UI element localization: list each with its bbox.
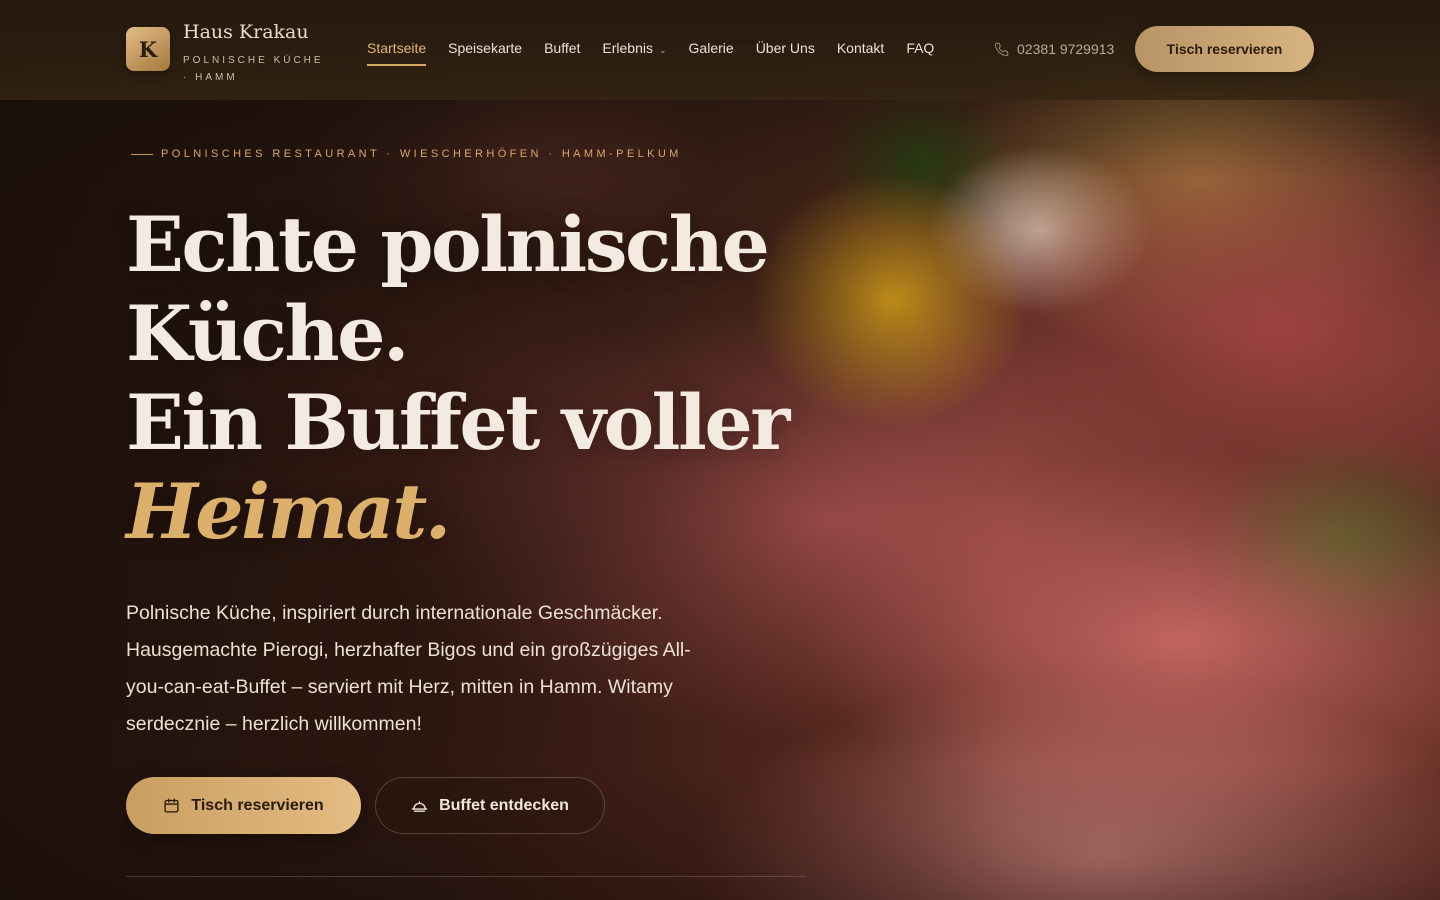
nav-item-faq[interactable]: FAQ bbox=[906, 40, 934, 56]
phone-number: 02381 9729913 bbox=[1017, 41, 1115, 57]
hero-headline: Echte polnische Küche. Ein Buffet voller… bbox=[126, 200, 790, 556]
cloche-icon bbox=[411, 801, 428, 812]
nav-item-erlebnis[interactable]: Erlebnis ⌄ bbox=[602, 40, 666, 56]
reserve-table-label: Tisch reservieren bbox=[191, 796, 324, 814]
nav-item-ueber-uns[interactable]: Über Uns bbox=[756, 40, 815, 56]
hero-lead-text: Polnische Küche, inspiriert durch intern… bbox=[126, 602, 691, 735]
nav-item-galerie[interactable]: Galerie bbox=[689, 40, 734, 56]
explore-buffet-button[interactable]: Buffet entdecken bbox=[375, 777, 605, 834]
nav-item-erlebnis-label: Erlebnis bbox=[602, 40, 653, 56]
calendar-icon bbox=[164, 798, 179, 813]
headline-line-2: Küche. bbox=[126, 289, 409, 378]
nav-item-kontakt[interactable]: Kontakt bbox=[837, 40, 884, 56]
eyebrow-line bbox=[131, 153, 153, 155]
phone-link[interactable]: 02381 9729913 bbox=[994, 41, 1114, 57]
brand-tagline: POLNISCHE KÜCHE · HAMM bbox=[183, 55, 324, 83]
headline-accent: Heimat. bbox=[126, 467, 451, 556]
brand-name: Haus Krakau bbox=[183, 21, 309, 43]
logo-text: Haus Krakau POLNISCHE KÜCHE · HAMM bbox=[183, 23, 333, 86]
brand-logo[interactable]: K Haus Krakau POLNISCHE KÜCHE · HAMM bbox=[126, 23, 333, 86]
logo-mark: K bbox=[126, 27, 170, 71]
phone-icon bbox=[994, 42, 1009, 56]
hero-divider bbox=[126, 876, 806, 877]
headline-line-1: Echte polnische bbox=[126, 200, 770, 289]
nav-item-startseite[interactable]: Startseite bbox=[367, 40, 427, 66]
chevron-down-icon: ⌄ bbox=[659, 45, 667, 55]
hero-eyebrow: POLNISCHES RESTAURANT · WIESCHERHÖFEN · … bbox=[131, 148, 682, 160]
eyebrow-text: POLNISCHES RESTAURANT · WIESCHERHÖFEN · … bbox=[161, 148, 682, 160]
explore-buffet-label: Buffet entdecken bbox=[439, 796, 569, 814]
site-header: K Haus Krakau POLNISCHE KÜCHE · HAMM Sta… bbox=[0, 0, 1440, 100]
reserve-table-button[interactable]: Tisch reservieren bbox=[126, 777, 361, 834]
nav-item-speisekarte[interactable]: Speisekarte bbox=[448, 40, 522, 56]
header-reserve-button[interactable]: Tisch reservieren bbox=[1135, 26, 1314, 72]
main-nav: Startseite Speisekarte Buffet Erlebnis ⌄ … bbox=[367, 40, 956, 66]
headline-line-3: Ein Buffet voller bbox=[126, 378, 790, 467]
nav-item-buffet[interactable]: Buffet bbox=[544, 40, 580, 56]
